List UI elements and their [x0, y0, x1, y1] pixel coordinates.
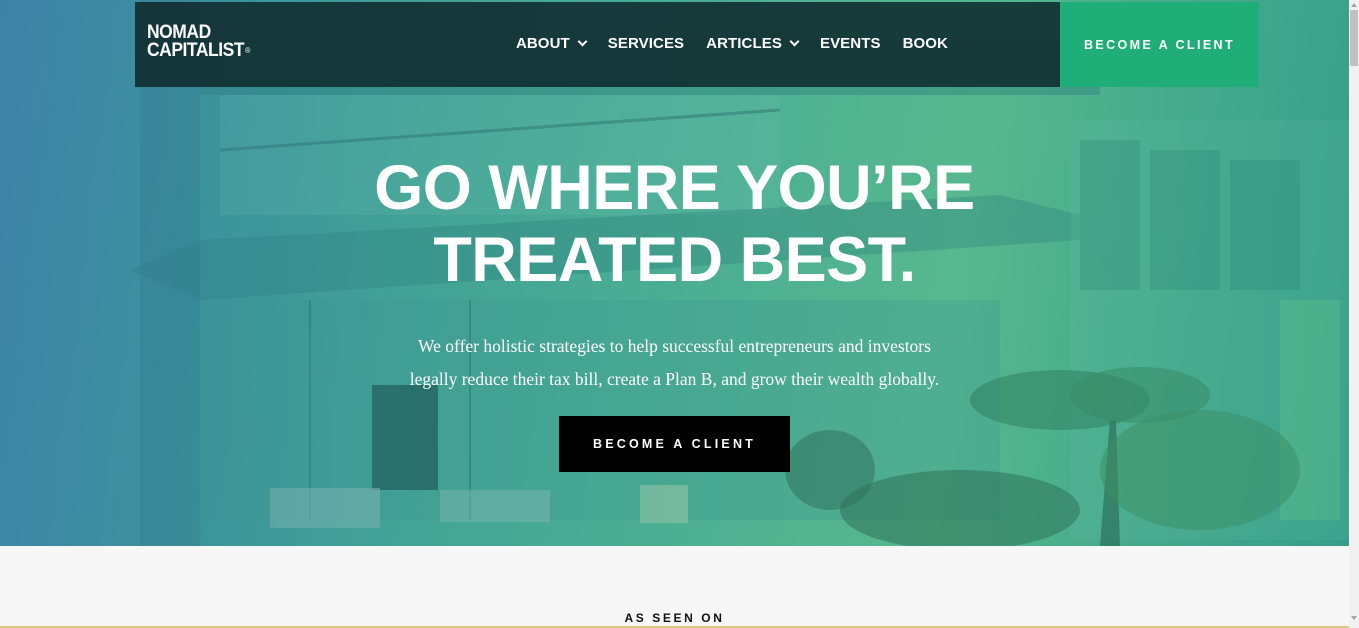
hero-sub-line1: We offer holistic strategies to help suc…: [418, 336, 931, 356]
nav-item-about[interactable]: ABOUT: [515, 35, 588, 52]
logo-line2-text: CAPITALIST: [147, 40, 245, 61]
hero-headline: GO WHERE YOU’RE TREATED BEST.: [0, 152, 1349, 296]
nav-item-services-label: SERVICES: [607, 35, 685, 52]
logo-line2: CAPITALIST®: [147, 40, 250, 61]
main-navbar: NOMAD CAPITALIST® ABOUT SERVICES ARTICLE…: [135, 2, 1060, 87]
become-client-nav-button[interactable]: BECOME A CLIENT: [1060, 2, 1259, 87]
scroll-down-arrow-icon[interactable]: [1351, 616, 1357, 620]
chevron-down-icon: [789, 36, 800, 47]
hero-sub-line2: legally reduce their tax bill, create a …: [409, 369, 940, 389]
nav-item-about-label: ABOUT: [515, 35, 570, 52]
nav-item-book[interactable]: BOOK: [903, 35, 948, 52]
chevron-down-icon: [577, 36, 588, 47]
scrollbar-thumb[interactable]: [1350, 10, 1358, 66]
as-seen-on-heading: AS SEEN ON: [624, 611, 725, 625]
site-logo[interactable]: NOMAD CAPITALIST®: [147, 23, 250, 61]
hero-headline-line2: TREATED BEST.: [433, 225, 916, 295]
nav-item-articles-label: ARTICLES: [706, 35, 782, 52]
nav-item-articles[interactable]: ARTICLES: [706, 35, 800, 52]
nav-item-services[interactable]: SERVICES: [608, 35, 684, 52]
nav-menu: ABOUT SERVICES ARTICLES EVENTS BOOK: [494, 35, 948, 52]
nav-item-events[interactable]: EVENTS: [820, 35, 881, 52]
registered-mark: ®: [244, 46, 250, 55]
vertical-scrollbar[interactable]: [1349, 0, 1359, 628]
nav-item-book-label: BOOK: [902, 35, 948, 52]
hero-headline-line1: GO WHERE YOU’RE: [374, 153, 975, 223]
nav-item-events-label: EVENTS: [819, 35, 881, 52]
scroll-up-arrow-icon[interactable]: [1351, 3, 1357, 7]
hero-subheadline: We offer holistic strategies to help suc…: [0, 330, 1349, 396]
become-client-hero-button[interactable]: BECOME A CLIENT: [559, 416, 790, 472]
